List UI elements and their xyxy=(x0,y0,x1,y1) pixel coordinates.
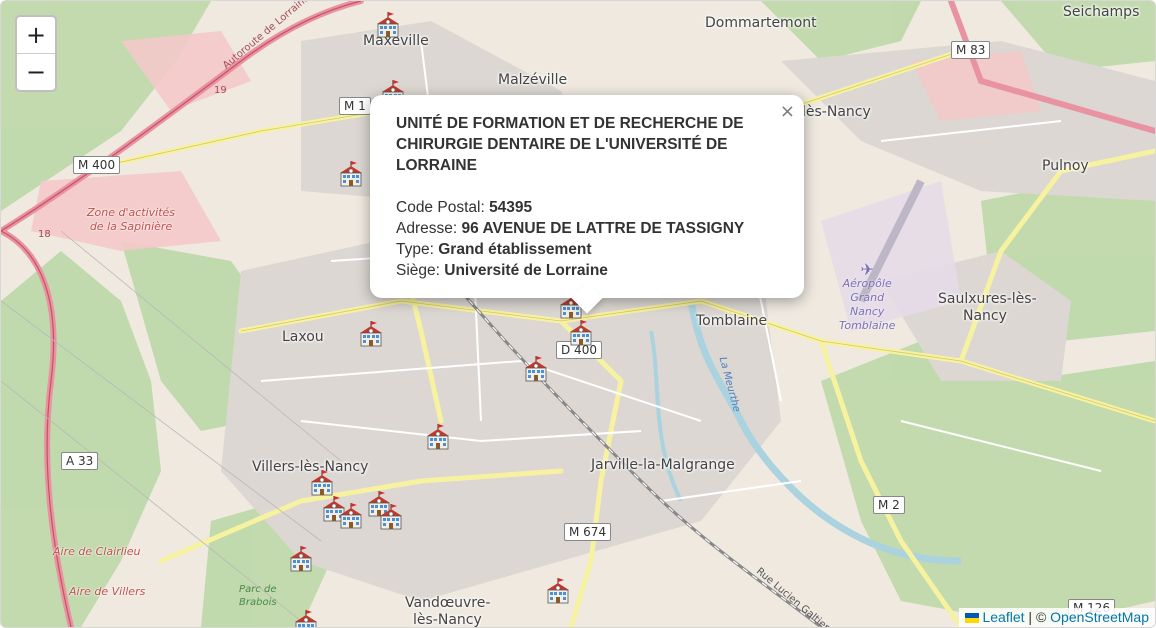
school-building-icon[interactable] xyxy=(373,10,403,40)
place-label-vandoeuvre-2: lès-Nancy xyxy=(413,612,482,628)
place-label-tomblaine: Tomblaine xyxy=(696,313,768,329)
map-attribution: Leaflet | © OpenStreetMap xyxy=(959,608,1155,627)
leaflet-link[interactable]: Leaflet xyxy=(982,609,1024,625)
place-label-dommartemont: Dommartemont xyxy=(705,15,817,31)
road-shield-m83: M 83 xyxy=(951,41,991,59)
school-building-icon[interactable] xyxy=(291,608,321,627)
school-building-icon[interactable] xyxy=(521,354,551,384)
school-building-icon[interactable] xyxy=(356,319,386,349)
ukraine-flag-icon xyxy=(965,613,980,623)
road-number-18: 18 xyxy=(38,229,51,240)
popup-postal-value: 54395 xyxy=(489,199,533,216)
place-label-malzeville: Malzéville xyxy=(498,72,568,88)
map-view[interactable]: Maxéville Malzéville Dommartemont Seicha… xyxy=(0,0,1156,628)
popup-close-button[interactable]: × xyxy=(780,101,795,122)
airport-icon: ✈ xyxy=(860,260,874,279)
road-shield-m2: M 2 xyxy=(873,496,905,514)
zoom-out-button[interactable]: − xyxy=(17,53,55,90)
road-shield-m674: M 674 xyxy=(564,523,612,541)
school-building-icon[interactable] xyxy=(376,502,406,532)
place-label-vandoeuvre: Vandœuvre- xyxy=(405,595,491,611)
popup-postal-row: Code Postal: 54395 xyxy=(396,199,533,216)
place-label-saulxures: Saulxures-lès- xyxy=(938,291,1037,307)
zoom-control: + − xyxy=(15,15,57,92)
zone-label: Zone d'activités de la Sapinière xyxy=(87,206,176,233)
zoom-in-button[interactable]: + xyxy=(17,17,55,53)
popup-siege-row: Siège: Université de Lorraine xyxy=(396,262,608,279)
road-number-19: 19 xyxy=(214,85,227,96)
school-building-icon[interactable] xyxy=(423,422,453,452)
school-building-icon[interactable] xyxy=(286,544,316,574)
park-label: Parc de Brabois xyxy=(239,584,277,608)
aire-villers-label: Aire de Villers xyxy=(69,585,146,598)
place-label-les-nancy: lès-Nancy xyxy=(802,104,871,120)
popup-type-row: Type: Grand établissement xyxy=(396,241,592,258)
popup-type-value: Grand établissement xyxy=(438,241,592,258)
school-building-icon[interactable] xyxy=(336,159,366,189)
road-shield-m1: M 1 xyxy=(339,97,371,115)
place-label-pulnoy: Pulnoy xyxy=(1042,158,1089,174)
popup-address-value: 96 AVENUE DE LATTRE DE TASSIGNY xyxy=(461,220,745,237)
marker-popup: × UNITÉ DE FORMATION ET DE RECHERCHE DE … xyxy=(370,95,804,314)
school-building-icon[interactable] xyxy=(336,501,366,531)
popup-address-row: Adresse: 96 AVENUE DE LATTRE DE TASSIGNY xyxy=(396,220,745,237)
school-building-icon[interactable] xyxy=(543,576,573,606)
airport-label: ✈ Aéropôle Grand Nancy Tomblaine xyxy=(839,260,896,333)
road-shield-m400: M 400 xyxy=(73,156,121,174)
place-label-jarville: Jarville-la-Malgrange xyxy=(591,457,735,473)
openstreetmap-link[interactable]: OpenStreetMap xyxy=(1050,609,1149,625)
place-label-laxou: Laxou xyxy=(282,329,324,345)
road-shield-a33: A 33 xyxy=(61,452,99,470)
popup-siege-value: Université de Lorraine xyxy=(444,262,608,279)
school-building-icon[interactable] xyxy=(566,318,596,348)
place-label-seichamps: Seichamps xyxy=(1063,4,1140,20)
place-label-saulxures-2: Nancy xyxy=(963,308,1007,324)
aire-clairlieu-label: Aire de Clairlieu xyxy=(53,545,141,558)
popup-title: UNITÉ DE FORMATION ET DE RECHERCHE DE CH… xyxy=(396,115,744,174)
